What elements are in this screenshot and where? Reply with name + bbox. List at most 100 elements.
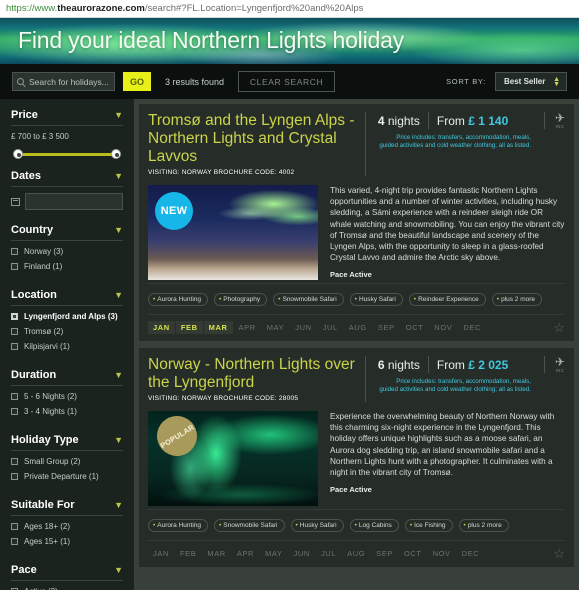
checkbox[interactable] <box>11 343 18 350</box>
filter-option[interactable]: Ages 15+ (1) <box>11 537 123 546</box>
month-chip[interactable]: NOV <box>428 547 456 560</box>
browser-url-bar[interactable]: https://www. theaurorazone.com/search#?FL… <box>0 0 579 18</box>
checkbox[interactable] <box>11 458 18 465</box>
chevron-down-icon[interactable]: ▼ <box>114 110 123 120</box>
activity-tag[interactable]: • Snowmobile Safari <box>214 519 285 532</box>
checkbox[interactable] <box>11 263 18 270</box>
filter-option[interactable]: Ages 18+ (2) <box>11 522 123 531</box>
slider-handle-max[interactable] <box>111 149 121 159</box>
badge-popular: POPULAR <box>149 411 205 464</box>
price-range-slider[interactable] <box>13 149 121 159</box>
result-card[interactable]: Norway - Northern Lights over the Lyngen… <box>139 348 574 567</box>
from-label: From <box>436 357 465 372</box>
checkbox[interactable] <box>11 523 18 530</box>
month-chip[interactable]: MAR <box>202 547 230 560</box>
filter-option[interactable]: 5 - 6 Nights (2) <box>11 392 123 401</box>
filter-option[interactable]: Kilpisjarvi (1) <box>11 342 123 351</box>
month-chip[interactable]: FEB <box>175 547 201 560</box>
month-chip[interactable]: MAY <box>260 547 288 560</box>
month-chip[interactable]: AUG <box>344 321 372 334</box>
filter-option[interactable]: Private Departure (1) <box>11 472 123 481</box>
tag-bullet-icon: • <box>219 296 222 303</box>
activity-tag[interactable]: • plus 2 more <box>458 519 509 532</box>
month-chip[interactable]: FEB <box>175 321 203 334</box>
sort-by-select[interactable]: Best Seller ▲ ▼ <box>495 72 567 91</box>
filter-option[interactable]: Lyngenfjord and Alps (3) <box>11 312 123 321</box>
holiday-thumbnail[interactable]: POPULAR <box>148 411 318 506</box>
activity-tag[interactable]: • Ice Fishing <box>404 519 453 532</box>
activity-tag-label: Aurora Hunting <box>157 296 202 303</box>
filter-option[interactable]: Norway (3) <box>11 247 123 256</box>
filter-header-price[interactable]: Price ▼ <box>11 109 123 126</box>
month-chip[interactable]: JUL <box>318 321 343 334</box>
search-input[interactable]: Search for holidays... <box>12 72 115 91</box>
filter-header-dates[interactable]: Dates ▼ <box>11 170 123 187</box>
month-chip[interactable]: AUG <box>342 547 370 560</box>
chevron-down-icon[interactable]: ▼ <box>114 500 123 510</box>
holiday-thumbnail[interactable]: NEW <box>148 185 318 280</box>
month-chip[interactable]: SEP <box>371 547 398 560</box>
month-chip[interactable]: DEC <box>457 547 485 560</box>
checkbox[interactable] <box>11 248 18 255</box>
month-chip[interactable]: APR <box>234 321 261 334</box>
month-chip[interactable]: APR <box>232 547 259 560</box>
pace-label: Pace Active <box>330 485 372 495</box>
month-chip[interactable]: JUL <box>316 547 341 560</box>
chevron-down-icon[interactable]: ▼ <box>114 171 123 181</box>
month-chip[interactable]: OCT <box>401 321 429 334</box>
slider-handle-min[interactable] <box>13 149 23 159</box>
price-line: 6 nights From £ 2 025 ✈ INC <box>378 356 565 373</box>
filter-group-country: Country ▼ Norway (3) Finland (1) <box>11 224 123 286</box>
filter-option[interactable]: 3 - 4 Nights (1) <box>11 407 123 416</box>
month-chip[interactable]: JAN <box>148 547 174 560</box>
checkbox[interactable] <box>11 328 18 335</box>
chevron-down-icon[interactable]: ▼ <box>114 370 123 380</box>
filter-header-country[interactable]: Country ▼ <box>11 224 123 241</box>
filter-header-holiday-type[interactable]: Holiday Type ▼ <box>11 434 123 451</box>
activity-tag[interactable]: • Snowmobile Safari <box>273 293 344 306</box>
activity-tag[interactable]: • Reindeer Experience <box>408 293 486 306</box>
chevron-down-icon[interactable]: ▼ <box>114 290 123 300</box>
month-chip[interactable]: JUN <box>290 321 316 334</box>
filter-option[interactable]: Small Group (2) <box>11 457 123 466</box>
filter-title: Duration <box>11 369 57 381</box>
month-chip[interactable]: MAY <box>262 321 290 334</box>
clear-search-button[interactable]: CLEAR SEARCH <box>238 71 336 92</box>
month-chip[interactable]: OCT <box>399 547 427 560</box>
checkbox[interactable] <box>11 473 18 480</box>
activity-tag[interactable]: • Aurora Hunting <box>148 293 209 306</box>
filter-header-suitable-for[interactable]: Suitable For ▼ <box>11 499 123 516</box>
holiday-title-link[interactable]: Tromsø and the Lyngen Alps - Northern Li… <box>148 112 357 166</box>
chevron-down-icon[interactable]: ▼ <box>114 225 123 235</box>
checkbox[interactable] <box>11 538 18 545</box>
checkbox[interactable] <box>11 313 18 320</box>
activity-tag[interactable]: • Husky Safari <box>290 519 344 532</box>
month-chip[interactable]: NOV <box>429 321 457 334</box>
month-chip[interactable]: JAN <box>148 321 175 334</box>
activity-tag[interactable]: • Photography <box>214 293 268 306</box>
chevron-down-icon[interactable]: ▼ <box>114 565 123 575</box>
activity-tag[interactable]: • Husky Safari <box>349 293 403 306</box>
holiday-title-link[interactable]: Norway - Northern Lights over the Lyngen… <box>148 356 357 392</box>
chevron-down-icon[interactable]: ▼ <box>114 435 123 445</box>
date-input[interactable] <box>25 193 123 210</box>
go-button[interactable]: GO <box>123 72 151 91</box>
favorite-star-icon[interactable]: ☆ <box>553 547 565 560</box>
filter-option[interactable]: Finland (1) <box>11 262 123 271</box>
favorite-star-icon[interactable]: ☆ <box>553 321 565 334</box>
filter-header-location[interactable]: Location ▼ <box>11 289 123 306</box>
checkbox[interactable] <box>11 408 18 415</box>
filter-option[interactable]: Tromsø (2) <box>11 327 123 336</box>
activity-tag[interactable]: • plus 2 more <box>491 293 543 306</box>
month-chip[interactable]: SEP <box>373 321 400 334</box>
filter-header-pace[interactable]: Pace ▼ <box>11 564 123 581</box>
month-chip[interactable]: JUN <box>289 547 315 560</box>
activity-tag[interactable]: • Log Cabins <box>349 519 399 532</box>
month-chip[interactable]: DEC <box>458 321 486 334</box>
activity-tag[interactable]: • Aurora Hunting <box>148 519 209 532</box>
result-card[interactable]: Tromsø and the Lyngen Alps - Northern Li… <box>139 104 574 341</box>
filter-header-duration[interactable]: Duration ▼ <box>11 369 123 386</box>
month-chip[interactable]: MAR <box>203 321 233 334</box>
search-toolbar: Search for holidays... GO 3 results foun… <box>0 64 579 99</box>
checkbox[interactable] <box>11 393 18 400</box>
